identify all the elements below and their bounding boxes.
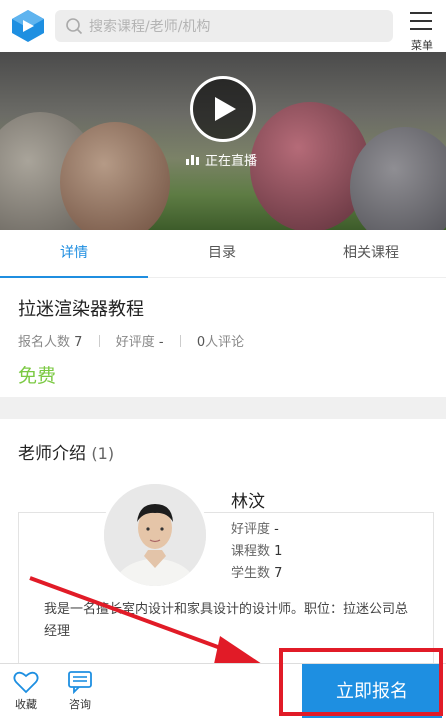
search-placeholder: 搜索课程/老师/机构	[89, 19, 211, 35]
play-icon	[215, 97, 236, 121]
enroll-label: 报名人数	[18, 335, 71, 350]
rating-label: 好评度	[115, 335, 155, 350]
teacher-section: 老师介绍 (1) 林汶 好评度 - 课程数 1 学生数 7 我是一名擅长室内设计…	[0, 419, 446, 672]
teacher-rating: 好评度 -	[231, 518, 279, 537]
rating-value: -	[158, 335, 164, 350]
chat-icon	[68, 671, 92, 694]
section-divider	[0, 397, 446, 419]
menu-button[interactable]: 菜单	[405, 10, 439, 52]
avatar[interactable]	[101, 481, 209, 589]
tab-catalog[interactable]: 目录	[148, 230, 296, 278]
play-button[interactable]	[190, 76, 256, 142]
heart-icon	[13, 671, 39, 694]
reviews-count: 0	[196, 335, 206, 350]
teacher-students-label: 学生数	[231, 566, 271, 581]
app-logo-icon[interactable]	[10, 8, 46, 44]
course-price: 免费	[18, 365, 57, 387]
top-bar: 搜索课程/老师/机构 菜单	[0, 0, 446, 52]
teacher-courses-value: 1	[274, 544, 283, 559]
detail-tabs: 详情 目录 相关课程	[0, 230, 446, 278]
course-info: 拉迷渲染器教程 报名人数 7 好评度 - 0人评论 免费	[0, 279, 446, 397]
hero-decor	[250, 102, 370, 230]
course-meta: 报名人数 7 好评度 - 0人评论	[18, 331, 244, 350]
course-title: 拉迷渲染器教程	[18, 299, 144, 320]
reviews-label: 人评论	[205, 335, 245, 350]
tab-related-courses[interactable]: 相关课程	[296, 230, 446, 278]
favorite-button[interactable]: 收藏	[6, 670, 46, 716]
live-bars-icon	[186, 155, 199, 165]
menu-label: 菜单	[411, 39, 433, 52]
teacher-rating-value: -	[274, 522, 279, 537]
teacher-bio: 我是一名擅长室内设计和家具设计的设计师。职位：拉迷公司总经理	[44, 602, 409, 639]
video-player[interactable]: 正在直播	[0, 52, 446, 230]
teacher-card[interactable]	[18, 512, 434, 672]
divider	[98, 335, 100, 347]
teacher-name: 林汶	[231, 492, 265, 512]
teacher-students: 学生数 7	[231, 562, 282, 581]
teacher-courses: 课程数 1	[231, 540, 282, 559]
teacher-count: (1)	[91, 444, 115, 463]
search-input[interactable]: 搜索课程/老师/机构	[55, 10, 393, 42]
teacher-courses-label: 课程数	[231, 544, 271, 559]
live-label: 正在直播	[205, 154, 258, 169]
teacher-rating-label: 好评度	[231, 522, 271, 537]
hamburger-icon	[410, 12, 432, 30]
hero-decor	[60, 122, 170, 230]
enroll-count: 7	[74, 335, 83, 350]
teacher-section-label: 老师介绍	[18, 444, 86, 464]
consult-button[interactable]: 咨询	[60, 670, 100, 716]
bottom-bar: 收藏 咨询 立即报名	[0, 663, 446, 718]
teacher-students-value: 7	[274, 566, 283, 581]
favorite-label: 收藏	[15, 698, 37, 711]
divider	[179, 335, 181, 347]
tab-details[interactable]: 详情	[0, 230, 148, 278]
search-icon	[66, 18, 83, 35]
teacher-section-title: 老师介绍 (1)	[18, 439, 114, 464]
consult-label: 咨询	[69, 698, 91, 711]
signup-button[interactable]: 立即报名	[302, 664, 442, 718]
